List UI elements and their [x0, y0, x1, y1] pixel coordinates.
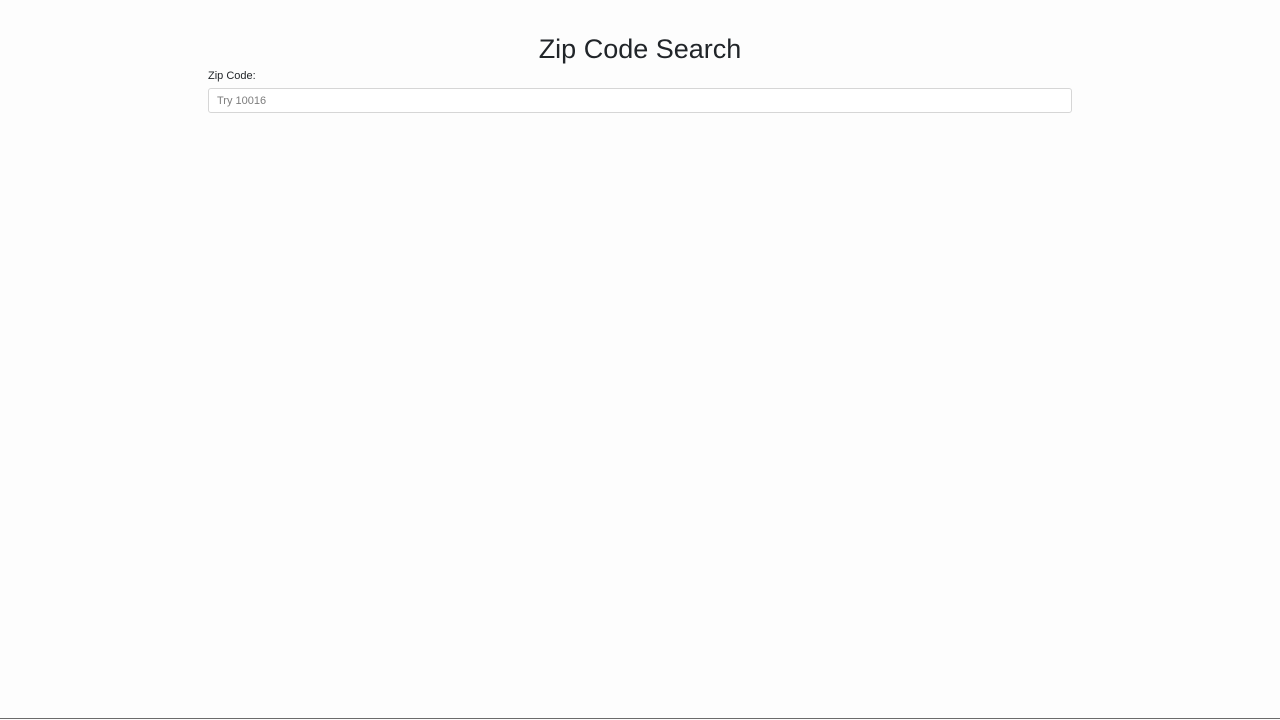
zip-code-form-group: Zip Code:: [208, 70, 1072, 113]
zip-code-label: Zip Code:: [208, 70, 256, 82]
zip-code-input[interactable]: [208, 88, 1072, 113]
page: Zip Code Search Zip Code:: [0, 0, 1280, 719]
page-title: Zip Code Search: [538, 34, 742, 64]
